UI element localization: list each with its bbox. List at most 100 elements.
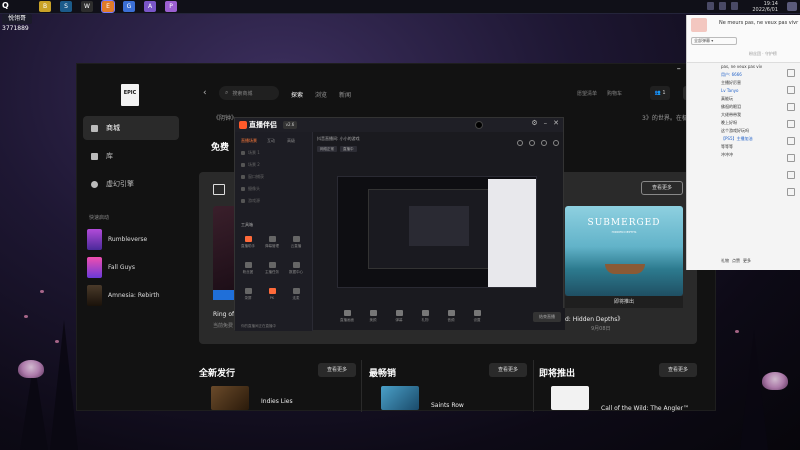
- tool-fans[interactable]: 粉丝团: [241, 262, 255, 276]
- tool-record[interactable]: 录屏: [241, 288, 255, 302]
- tool-cloud[interactable]: 云直播: [289, 236, 303, 250]
- taskbar-app-icon[interactable]: W: [81, 1, 93, 12]
- taskbar-app-icon[interactable]: P: [165, 1, 177, 12]
- notification-icon[interactable]: [787, 2, 797, 11]
- favorites-heading: 快速启动: [89, 215, 110, 221]
- taskbar-steam-icon[interactable]: S: [60, 1, 72, 12]
- chat-filter-dropdown[interactable]: 全部弹幕 ▾: [691, 37, 737, 45]
- nav-news[interactable]: 新闻: [339, 90, 351, 99]
- favorite-fall-guys[interactable]: Fall Guys: [87, 256, 183, 278]
- wishlist-link[interactable]: 愿望清单: [577, 90, 597, 97]
- scene-label: 场景 1: [248, 150, 260, 155]
- game-title[interactable]: Indies Lies: [261, 398, 293, 405]
- tool-live-assistant[interactable]: 直播助手: [241, 236, 255, 250]
- free-game-title[interactable]: Ring of: [213, 311, 234, 318]
- tool-pk[interactable]: PK: [265, 288, 279, 302]
- nav-discover[interactable]: 探索: [291, 90, 303, 99]
- upcoming-game-title[interactable]: d: Hidden Depths》: [565, 314, 623, 323]
- scene-item[interactable]: 游戏源: [241, 198, 260, 204]
- help-icon[interactable]: [553, 140, 559, 146]
- scene-icon: [241, 151, 245, 155]
- settings-icon[interactable]: [787, 171, 795, 179]
- control-label: 设置: [473, 318, 481, 322]
- taskbar: Q B S W E G A P 19:14 2022/6/01: [0, 0, 800, 14]
- taskbar-app-icon[interactable]: G: [123, 1, 135, 12]
- settings-icon[interactable]: ⚙: [531, 119, 537, 127]
- epic-logo[interactable]: EPIC: [121, 84, 139, 106]
- tool-mic[interactable]: 连麦: [289, 288, 303, 302]
- control-gift[interactable]: 礼物: [415, 310, 435, 323]
- taskbar-logo[interactable]: Q: [2, 1, 32, 13]
- filter-icon[interactable]: [787, 103, 795, 111]
- game-thumbnail[interactable]: [381, 386, 419, 410]
- minimize-button[interactable]: –: [544, 119, 548, 127]
- tab-interact[interactable]: 互动: [267, 138, 275, 144]
- game-title[interactable]: Call of the Wild: The Angler™: [601, 405, 689, 412]
- more-icon[interactable]: [787, 188, 795, 196]
- list-icon[interactable]: [787, 137, 795, 145]
- new-releases-more-button[interactable]: 查看更多: [318, 363, 356, 377]
- tool-icon: [268, 262, 276, 268]
- chat-footer-gift[interactable]: 礼物: [721, 258, 729, 264]
- scene-item[interactable]: 场景 1: [241, 150, 260, 156]
- end-stream-button[interactable]: 结束直播: [533, 312, 561, 322]
- back-icon[interactable]: ‹: [203, 88, 207, 98]
- taskbar-epic-icon[interactable]: E: [101, 0, 115, 13]
- tray-volume-icon[interactable]: [719, 2, 726, 10]
- tool-data[interactable]: 数据中心: [289, 262, 303, 276]
- gift-icon: [421, 310, 429, 316]
- sidebar-item-library[interactable]: 库: [83, 144, 179, 168]
- control-beauty[interactable]: 美颜: [363, 310, 383, 323]
- cart-link[interactable]: 购物车: [607, 90, 622, 97]
- control-danmaku[interactable]: 弹幕: [389, 310, 409, 323]
- chat-footer-like[interactable]: 点赞: [732, 258, 740, 264]
- scene-item[interactable]: 场景 2: [241, 162, 260, 168]
- tab-advanced[interactable]: 高级: [287, 138, 295, 144]
- taskbar-app-icon[interactable]: A: [144, 1, 156, 12]
- friends-button[interactable]: 👥 1: [650, 86, 670, 100]
- sidebar-item-unreal-engine[interactable]: 虚幻引擎: [83, 172, 179, 196]
- close-button[interactable]: ✕: [553, 119, 559, 127]
- control-audio[interactable]: 音频: [441, 310, 461, 323]
- chat-footer-more[interactable]: 更多: [743, 258, 751, 264]
- free-game-status: 当前免费: [213, 323, 234, 329]
- game-thumbnail[interactable]: [211, 386, 249, 410]
- favorite-rumbleverse[interactable]: Rumbleverse: [87, 228, 183, 250]
- minimize-button[interactable]: –: [677, 64, 681, 73]
- scene-item[interactable]: 窗口捕获: [241, 174, 264, 180]
- game-title[interactable]: Saints Row: [431, 402, 464, 409]
- pin-icon[interactable]: [787, 86, 795, 94]
- camera-icon[interactable]: [517, 140, 523, 146]
- view-more-button[interactable]: 查看更多: [641, 181, 683, 195]
- clock[interactable]: 19:14 2022/6/01: [752, 1, 778, 13]
- tray-input-icon[interactable]: [731, 2, 738, 10]
- layout-icon[interactable]: [529, 140, 535, 146]
- sidebar-item-store[interactable]: 商城: [83, 116, 179, 140]
- taskbar-app-icon[interactable]: B: [39, 1, 51, 12]
- refresh-icon[interactable]: [787, 69, 795, 77]
- nav-browse[interactable]: 浏览: [315, 90, 327, 99]
- section-divider: [361, 360, 362, 412]
- tab-scenes[interactable]: 直播场景: [241, 138, 257, 144]
- game-thumbnail[interactable]: [551, 386, 589, 410]
- chat-banner: Ne meurs pas, ne veux pas vivr: [719, 20, 799, 26]
- control-settings[interactable]: 设置: [467, 310, 487, 323]
- search-input[interactable]: ⌕ 搜索商城: [219, 86, 279, 100]
- control-preview[interactable]: 直播画面: [337, 310, 357, 323]
- tool-danmaku[interactable]: 弹幕管理: [265, 236, 279, 250]
- lock-icon[interactable]: [787, 120, 795, 128]
- tray-network-icon[interactable]: [707, 2, 714, 10]
- user-icon[interactable]: [787, 154, 795, 162]
- upcoming-game-card[interactable]: SUBMERGED HIDDEN DEPTHS: [565, 206, 683, 296]
- tool-tasks[interactable]: 主播任务: [265, 262, 279, 276]
- chat-subheading: 粉丝团 · 守护榜: [749, 51, 777, 56]
- scene-item[interactable]: 摄像头: [241, 186, 260, 192]
- bestsellers-more-button[interactable]: 查看更多: [489, 363, 527, 377]
- share-icon[interactable]: [541, 140, 547, 146]
- favorite-label: Amnesia: Rebirth: [108, 291, 160, 299]
- sidebar-item-label: 库: [106, 152, 113, 160]
- stream-app-titlebar: 直播伴侣 v2.6 ⚙ – ✕: [235, 118, 563, 132]
- upcoming-game-date: 9月08日: [591, 326, 611, 332]
- upcoming-more-button[interactable]: 查看更多: [659, 363, 697, 377]
- favorite-amnesia-rebirth[interactable]: Amnesia: Rebirth: [87, 284, 183, 306]
